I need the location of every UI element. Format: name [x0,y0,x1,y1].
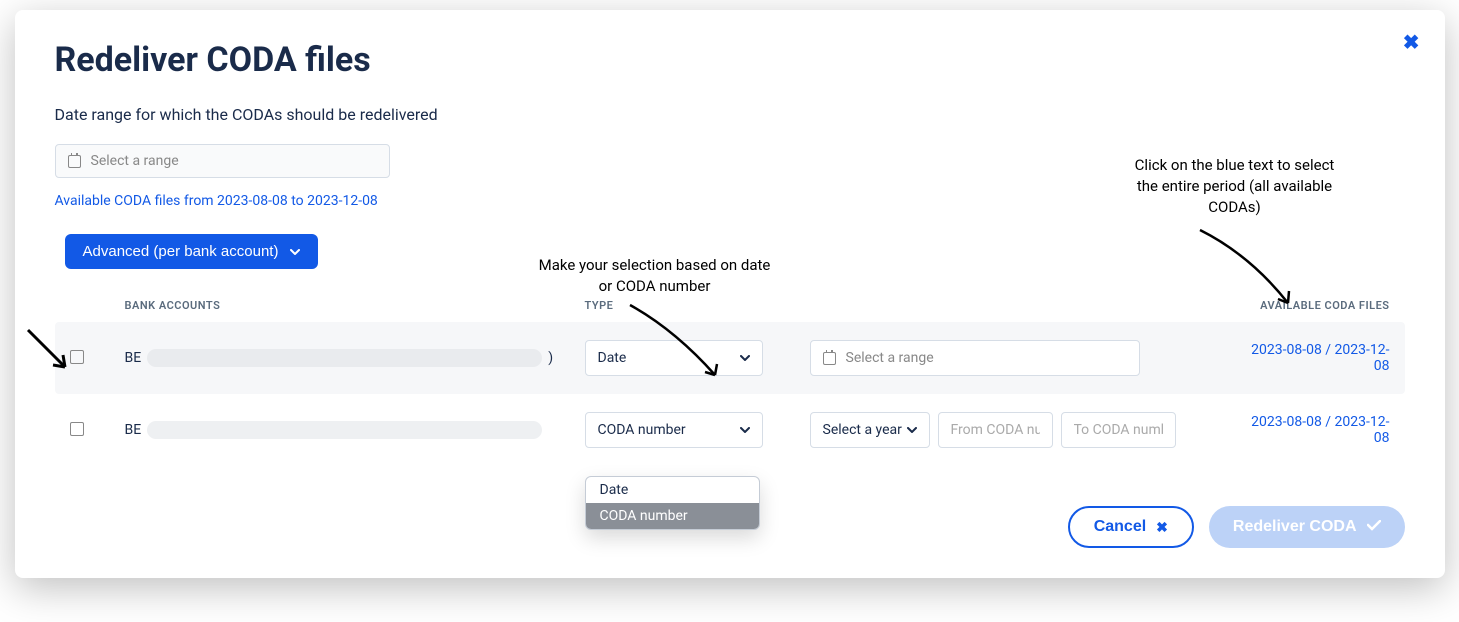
calendar-icon [823,352,836,365]
account-suffix: ) [548,350,553,366]
from-coda-input[interactable] [938,412,1053,448]
col-bank-accounts: BANK ACCOUNTS [125,299,585,312]
chevron-down-icon [740,427,750,433]
row-checkbox[interactable] [70,350,84,364]
modal-subtitle: Date range for which the CODAs should be… [55,105,1405,124]
col-type: TYPE [585,299,810,312]
account-cell: BE [125,421,585,439]
close-icon: ✖ [1156,519,1168,536]
advanced-button-label: Advanced (per bank account) [83,243,279,260]
advanced-toggle-button[interactable]: Advanced (per bank account) [65,234,319,269]
type-dropdown: Date CODA number [585,476,760,530]
col-available: AVAILABLE CODA FILES [1240,299,1390,312]
check-icon [1367,518,1381,536]
available-range-link[interactable]: 2023-08-08 / 2023-12-08 [1240,342,1390,374]
cancel-label: Cancel [1094,518,1146,536]
account-prefix: BE [125,350,142,366]
range-placeholder: Select a range [91,153,179,169]
dropdown-option-coda-number[interactable]: CODA number [586,503,759,529]
table-row: BE ) Date Select a range 2023-08-08 / 20… [55,322,1405,394]
cancel-button[interactable]: Cancel ✖ [1068,506,1194,548]
account-redacted [147,421,542,439]
year-select[interactable]: Select a year [810,412,930,448]
date-range-input[interactable]: Select a range [55,144,390,178]
calendar-icon [68,155,81,168]
account-cell: BE ) [125,349,585,367]
close-icon[interactable]: ✖ [1403,30,1420,54]
to-coda-input[interactable] [1061,412,1176,448]
redeliver-button[interactable]: Redeliver CODA [1209,506,1405,548]
table-row: BE CODA number Select a year [55,394,1405,466]
row-range-placeholder: Select a range [846,350,934,366]
modal-title: Redeliver CODA files [55,40,1405,80]
row-date-range-input[interactable]: Select a range [810,340,1140,376]
account-redacted [147,349,542,367]
type-value: Date [598,350,627,366]
redeliver-label: Redeliver CODA [1233,518,1357,536]
dropdown-option-date[interactable]: Date [586,477,759,503]
type-select[interactable]: Date [585,340,763,376]
available-range-link[interactable]: 2023-08-08 / 2023-12-08 [1240,414,1390,446]
table-header-row: BANK ACCOUNTS TYPE AVAILABLE CODA FILES [55,299,1405,322]
account-prefix: BE [125,422,142,438]
chevron-down-icon [907,427,917,433]
annotation-available: Click on the blue text to select the ent… [1125,155,1345,218]
type-select[interactable]: CODA number [585,412,763,448]
type-value: CODA number [598,422,686,438]
row-checkbox[interactable] [70,422,84,436]
chevron-down-icon [290,249,300,255]
year-placeholder: Select a year [823,422,902,438]
redeliver-modal: ✖ Redeliver CODA files Date range for wh… [15,10,1445,578]
available-files-link[interactable]: Available CODA files from 2023-08-08 to … [55,193,378,209]
chevron-down-icon [740,355,750,361]
